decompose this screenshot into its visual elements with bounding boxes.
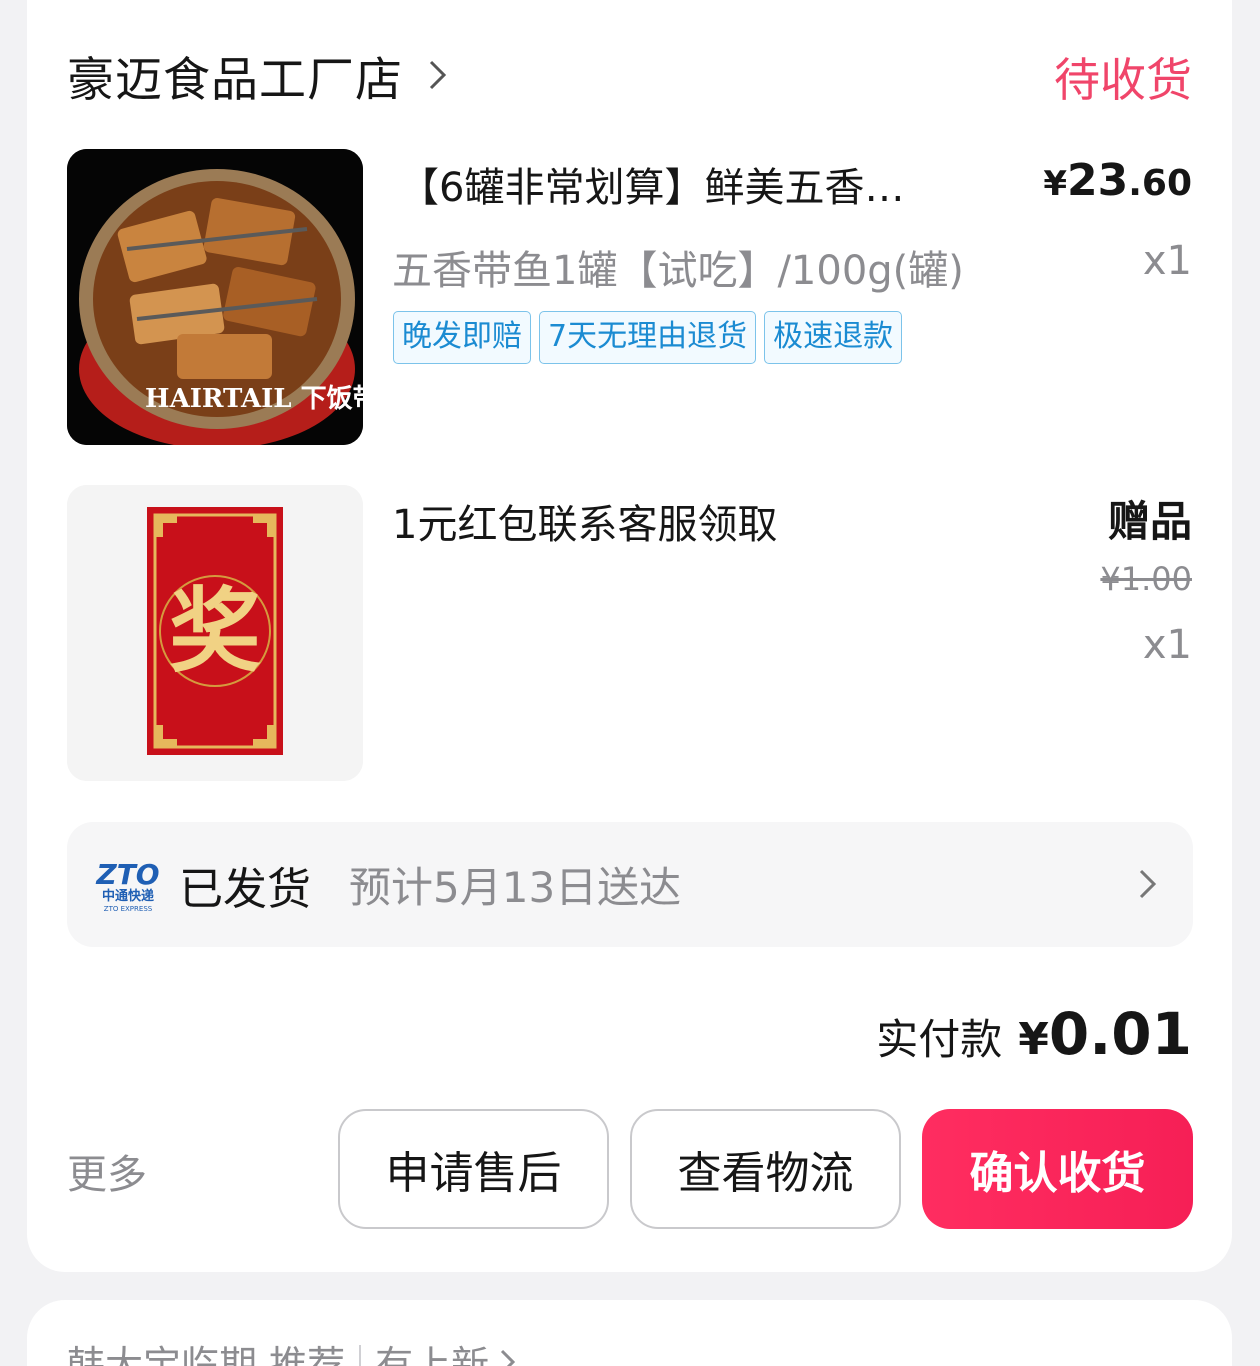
shipping-row[interactable]: ZTO 中通快递 ZTO EXPRESS 已发货 预计5月13日送达 bbox=[67, 822, 1193, 947]
can-label-text: HAIRTAIL 下饭带鱼 bbox=[145, 384, 363, 414]
zto-logo-icon: ZTO 中通快递 ZTO EXPRESS bbox=[95, 858, 159, 913]
gift-original-price: ¥1.00 bbox=[1100, 560, 1192, 598]
shop-name[interactable]: 豪迈食品工厂店 bbox=[67, 41, 403, 110]
gift-quantity: x1 bbox=[1142, 622, 1192, 668]
after-sale-button[interactable]: 申请售后 bbox=[338, 1109, 609, 1229]
envelope-char: 奖 bbox=[169, 577, 261, 685]
total-amount: ¥0.01 bbox=[1018, 1000, 1192, 1068]
chevron-right-icon bbox=[429, 60, 447, 90]
svg-text:ZTO: ZTO bbox=[95, 858, 159, 891]
total-label: 实付款 bbox=[876, 1015, 1003, 1064]
product-image[interactable]: HAIRTAIL 下饭带鱼 bbox=[67, 149, 363, 445]
recommend-shop: 韩大宝临期 推荐 bbox=[67, 1343, 346, 1366]
svg-text:ZTO EXPRESS: ZTO EXPRESS bbox=[104, 905, 153, 913]
product-sku: 五香带鱼1罐【试吃】/100g(罐) bbox=[392, 248, 964, 294]
recommend-card: 韩大宝临期 推荐 有上新 bbox=[27, 1300, 1232, 1366]
total-paid: 实付款 ¥0.01 bbox=[876, 1000, 1192, 1068]
recommend-header[interactable]: 韩大宝临期 推荐 有上新 bbox=[67, 1334, 517, 1366]
svg-text:中通快递: 中通快递 bbox=[102, 888, 154, 904]
shop-header[interactable]: 豪迈食品工厂店 bbox=[67, 42, 451, 108]
more-button[interactable]: 更多 bbox=[67, 1142, 147, 1200]
tag-7day-return: 7天无理由退货 bbox=[539, 311, 757, 364]
divider bbox=[359, 1344, 362, 1366]
order-card: 豪迈食品工厂店 待收货 HAIRTAIL 下饭带鱼 【6罐非常划算】鲜美五香… … bbox=[27, 0, 1232, 1272]
product-title[interactable]: 【6罐非常划算】鲜美五香… bbox=[399, 155, 999, 213]
tag-fast-refund: 极速退款 bbox=[764, 311, 903, 364]
gift-title[interactable]: 1元红包联系客服领取 bbox=[392, 492, 777, 550]
confirm-receipt-button[interactable]: 确认收货 bbox=[922, 1109, 1193, 1229]
product-price: ¥23.60 bbox=[1043, 155, 1192, 206]
gift-label: 赠品 bbox=[1107, 497, 1192, 546]
tag-late-compensation: 晚发即赔 bbox=[393, 311, 531, 364]
chevron-right-icon bbox=[1139, 869, 1157, 899]
chevron-right-icon bbox=[501, 1349, 516, 1366]
shipping-status: 已发货 bbox=[179, 863, 311, 915]
red-envelope-image: 奖 bbox=[67, 485, 363, 781]
canned-fish-image: HAIRTAIL 下饭带鱼 bbox=[67, 149, 363, 445]
gift-image[interactable]: 奖 bbox=[67, 485, 363, 781]
shipping-eta: 预计5月13日送达 bbox=[349, 863, 682, 912]
view-logistics-button[interactable]: 查看物流 bbox=[630, 1109, 901, 1229]
order-status: 待收货 bbox=[1054, 53, 1192, 107]
product-quantity: x1 bbox=[1142, 238, 1192, 284]
recommend-new: 有上新 bbox=[375, 1343, 490, 1366]
service-tags: 晚发即赔 7天无理由退货 极速退款 bbox=[393, 311, 903, 364]
